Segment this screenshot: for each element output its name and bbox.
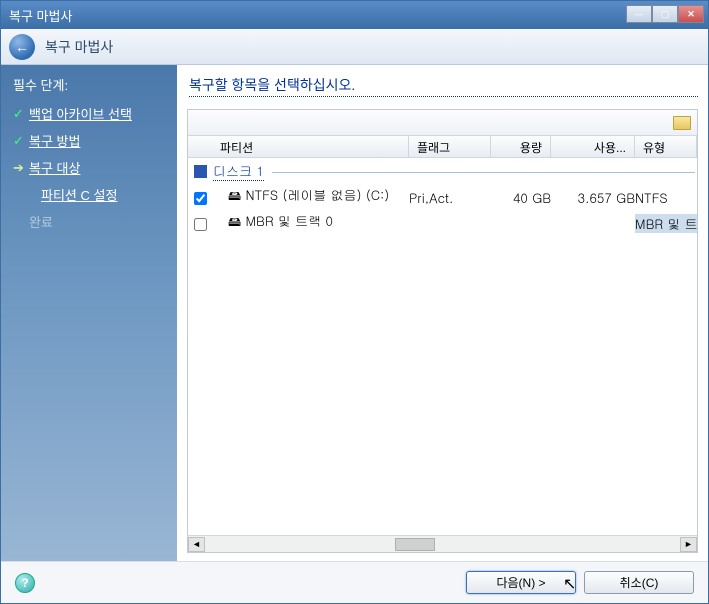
flags-cell: Pri,Act. xyxy=(409,188,491,207)
scroll-right-icon[interactable]: ► xyxy=(680,537,697,552)
header-title: 복구 마법사 xyxy=(45,37,113,57)
list-body: 디스크 1 🖴 NTFS (레이블 없음) (C:) Pri,Act. 40 G… xyxy=(188,158,697,535)
partition-label: NTFS (레이블 없음) (C:) xyxy=(245,185,389,204)
header-bar: ← 복구 마법사 xyxy=(1,29,708,65)
titlebar[interactable]: 복구 마법사 — ▢ ✕ xyxy=(1,1,708,29)
drive-icon: 🖴 xyxy=(228,211,241,230)
step-complete: 완료 xyxy=(29,212,177,231)
disk-group-row[interactable]: 디스크 1 xyxy=(188,158,697,184)
row-checkbox[interactable] xyxy=(188,214,212,233)
cancel-button[interactable]: 취소(C) xyxy=(584,571,694,594)
partition-list: 파티션 플래그 용량 사용... 유형 디스크 1 🖴 xyxy=(187,109,698,553)
help-icon: ? xyxy=(21,576,28,590)
body: 필수 단계: ✓ 백업 아카이브 선택 ✓ 복구 방법 ➔ 복구 대상 파티션 … xyxy=(1,65,708,561)
step-recovery-method[interactable]: ✓ 복구 방법 xyxy=(13,131,177,150)
maximize-button[interactable]: ▢ xyxy=(652,5,678,23)
partition-label: MBR 및 트랙 0 xyxy=(245,211,332,230)
column-checkbox[interactable] xyxy=(188,136,212,157)
step-label: 복구 대상 xyxy=(29,158,80,177)
checkmark-icon: ✓ xyxy=(13,133,23,149)
group-checkbox-icon[interactable] xyxy=(194,165,207,178)
back-button[interactable]: ← xyxy=(9,34,35,60)
sidebar-heading: 필수 단계: xyxy=(13,75,177,94)
table-row[interactable]: 🖴 MBR 및 트랙 0 MBR 및 트 xyxy=(188,210,697,236)
group-divider xyxy=(272,172,695,173)
instruction-text: 복구할 항목을 선택하십시오. xyxy=(189,75,698,97)
column-headers: 파티션 플래그 용량 사용... 유형 xyxy=(188,136,697,158)
column-type[interactable]: 유형 xyxy=(635,136,697,157)
scroll-track[interactable] xyxy=(205,537,680,552)
folder-columns-icon[interactable] xyxy=(673,116,691,130)
partition-cell: 🖴 MBR 및 트랙 0 xyxy=(212,211,409,235)
column-capacity[interactable]: 용량 xyxy=(491,136,551,157)
list-toolbar xyxy=(188,110,697,136)
back-arrow-icon: ← xyxy=(15,39,29,55)
step-recovery-target[interactable]: ➔ 복구 대상 xyxy=(13,158,177,177)
window-controls: — ▢ ✕ xyxy=(626,5,704,25)
recovery-wizard-window: 복구 마법사 — ▢ ✕ ← 복구 마법사 필수 단계: ✓ 백업 아카이브 선… xyxy=(0,0,709,604)
footer: ? 다음(N) > 취소(C) ↖ xyxy=(1,561,708,603)
group-label: 디스크 1 xyxy=(213,161,264,181)
column-flags[interactable]: 플래그 xyxy=(409,136,491,157)
row-checkbox[interactable] xyxy=(188,188,212,207)
arrow-icon: ➔ xyxy=(13,160,23,176)
main-panel: 복구할 항목을 선택하십시오. 파티션 플래그 용량 사용... 유형 디스크 xyxy=(177,65,708,561)
close-button[interactable]: ✕ xyxy=(678,5,704,23)
window-title: 복구 마법사 xyxy=(9,6,626,25)
scroll-left-icon[interactable]: ◄ xyxy=(188,537,205,552)
sidebar: 필수 단계: ✓ 백업 아카이브 선택 ✓ 복구 방법 ➔ 복구 대상 파티션 … xyxy=(1,65,177,561)
step-select-archive[interactable]: ✓ 백업 아카이브 선택 xyxy=(13,104,177,123)
help-button[interactable]: ? xyxy=(15,573,35,593)
column-used[interactable]: 사용... xyxy=(551,136,635,157)
partition-cell: 🖴 NTFS (레이블 없음) (C:) xyxy=(212,185,409,209)
step-label: 복구 방법 xyxy=(29,131,80,150)
column-partition[interactable]: 파티션 xyxy=(212,136,409,157)
substep-partition-c[interactable]: 파티션 C 설정 xyxy=(41,185,177,204)
scroll-thumb[interactable] xyxy=(395,538,435,551)
type-cell: NTFS xyxy=(635,188,697,207)
checkmark-icon: ✓ xyxy=(13,106,23,122)
capacity-cell: 40 GB xyxy=(491,188,551,207)
drive-icon: 🖴 xyxy=(228,185,241,204)
step-label: 완료 xyxy=(29,215,53,230)
substep-label: 파티션 C 설정 xyxy=(41,188,117,203)
table-row[interactable]: 🖴 NTFS (레이블 없음) (C:) Pri,Act. 40 GB 3.65… xyxy=(188,184,697,210)
step-label: 백업 아카이브 선택 xyxy=(29,104,132,123)
horizontal-scrollbar[interactable]: ◄ ► xyxy=(188,535,697,552)
type-cell: MBR 및 트 xyxy=(635,214,697,233)
next-button[interactable]: 다음(N) > xyxy=(466,571,576,594)
used-cell: 3.657 GB xyxy=(551,188,635,207)
minimize-button[interactable]: — xyxy=(626,5,652,23)
